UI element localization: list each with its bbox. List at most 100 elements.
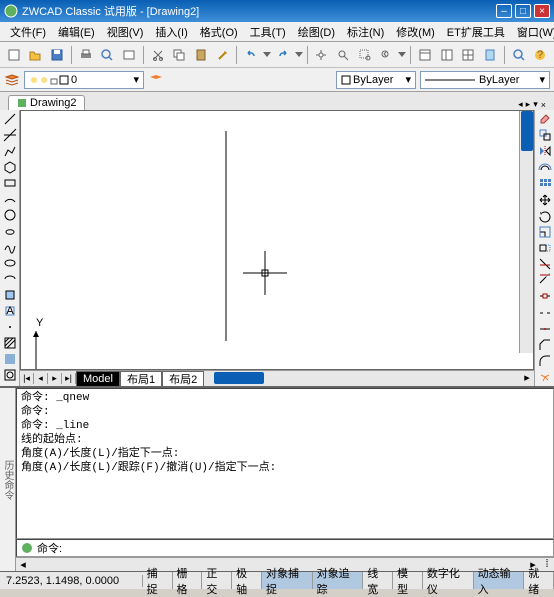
spline-icon[interactable] [2,240,18,254]
point-icon[interactable] [2,320,18,334]
save-icon[interactable] [47,45,67,65]
join-icon[interactable] [537,322,553,336]
polygon-icon[interactable] [2,160,18,174]
paste-icon[interactable] [191,45,211,65]
menu-edit[interactable]: 编辑(E) [52,22,101,42]
ortho-toggle[interactable]: 正交 [202,572,232,589]
publish-icon[interactable] [119,45,139,65]
chamfer-icon[interactable] [537,338,553,352]
next-tab-icon[interactable]: ▸ [48,373,62,384]
stretch-icon[interactable] [537,241,553,255]
fillet-icon[interactable] [537,354,553,368]
prev-tab-icon[interactable]: ◂ [34,373,48,384]
grid-toggle[interactable]: 栅格 [173,572,203,589]
tab-next-icon[interactable]: ▸ [526,99,531,110]
layout1-tab[interactable]: 布局1 [120,371,162,386]
ellipse-icon[interactable] [2,256,18,270]
command-input[interactable]: 命令: [16,539,554,557]
coordinates[interactable]: 7.2523, 1.1498, 0.0000 [0,575,143,587]
tab-prev-icon[interactable]: ◂ [518,99,523,110]
match-icon[interactable] [213,45,233,65]
zoom-window-icon[interactable] [355,45,375,65]
rectangle-icon[interactable] [2,176,18,190]
maximize-button[interactable]: □ [515,4,531,18]
doc-tab[interactable]: Drawing2 [8,95,85,110]
trim-icon[interactable] [537,257,553,271]
circle-icon[interactable] [2,208,18,222]
erase-icon[interactable] [537,112,553,126]
redo-icon[interactable] [273,45,293,65]
snap-toggle[interactable]: 捕捉 [143,572,173,589]
cut-icon[interactable] [148,45,168,65]
close-button[interactable]: × [534,4,550,18]
arc-icon[interactable] [2,192,18,206]
copy-icon[interactable] [169,45,189,65]
explode-icon[interactable] [537,370,553,384]
tab-list-icon[interactable]: ▾ [533,99,538,110]
layer-prev-icon[interactable] [148,72,164,88]
horizontal-scrollbar[interactable] [214,371,520,386]
revcloud-icon[interactable] [2,224,18,238]
vertical-scrollbar[interactable] [519,111,533,353]
menu-window[interactable]: 窗口(W) [511,22,554,42]
pan-icon[interactable] [312,45,332,65]
scroll-right-icon[interactable]: ▸ [520,371,534,386]
calc-icon[interactable] [480,45,500,65]
command-history[interactable]: 命令: _qnew 命令: 命令: _line 线的起始点: 角度(A)/长度(… [16,388,554,539]
break-pt-icon[interactable] [537,289,553,303]
polyline-icon[interactable] [2,144,18,158]
block-icon[interactable] [2,288,18,302]
menu-format[interactable]: 格式(O) [194,22,244,42]
zoom-prev-icon[interactable] [377,45,397,65]
menu-dimension[interactable]: 标注(N) [341,22,390,42]
osnap-toggle[interactable]: 对象捕捉 [262,572,313,589]
xline-icon[interactable] [2,128,18,142]
move-icon[interactable] [537,193,553,207]
lwt-toggle[interactable]: 线宽 [363,572,393,589]
otrack-toggle[interactable]: 对象追踪 [313,572,364,589]
ellipse-arc-icon[interactable] [2,272,18,286]
menu-file[interactable]: 文件(F) [4,22,52,42]
menu-tools[interactable]: 工具(T) [244,22,292,42]
region-icon[interactable] [2,368,18,382]
polar-toggle[interactable]: 极轴 [232,572,262,589]
make-block-icon[interactable]: A [2,304,18,318]
tab-close-icon[interactable]: × [541,100,546,110]
zoom-dropdown[interactable] [398,52,406,58]
undo-dropdown[interactable] [263,52,271,58]
designcenter-icon[interactable] [437,45,457,65]
drawing-canvas[interactable]: Y X [20,110,534,370]
line-icon[interactable] [2,112,18,126]
toolpalette-icon[interactable] [458,45,478,65]
color-combo[interactable]: ByLayer ▾ [336,71,416,89]
layer-manager-icon[interactable] [4,72,20,88]
menu-view[interactable]: 视图(V) [101,22,150,42]
minimize-button[interactable]: – [496,4,512,18]
preview-icon[interactable] [98,45,118,65]
last-tab-icon[interactable]: ▸| [62,373,76,384]
open-icon[interactable] [26,45,46,65]
mirror-icon[interactable] [537,144,553,158]
layer-combo[interactable]: 0 ▾ [24,71,144,89]
break-icon[interactable] [537,306,553,320]
menu-draw[interactable]: 绘图(D) [292,22,341,42]
dyn-toggle[interactable]: 动态输入 [474,572,525,589]
copy-obj-icon[interactable] [537,128,553,142]
undo-icon[interactable] [241,45,261,65]
gradient-icon[interactable] [2,352,18,366]
model-toggle[interactable]: 模型 [393,572,423,589]
layout2-tab[interactable]: 布局2 [162,371,204,386]
zoom-realtime-icon[interactable] [333,45,353,65]
redo-dropdown[interactable] [295,52,303,58]
hatch-icon[interactable] [2,336,18,350]
menu-insert[interactable]: 插入(I) [149,22,193,42]
offset-icon[interactable] [537,160,553,174]
rotate-icon[interactable] [537,209,553,223]
tablet-toggle[interactable]: 数字化仪 [423,572,474,589]
print-icon[interactable] [76,45,96,65]
linetype-combo[interactable]: ByLayer ▾ [420,71,550,89]
first-tab-icon[interactable]: |◂ [20,373,34,384]
properties-icon[interactable] [415,45,435,65]
scale-icon[interactable] [537,225,553,239]
model-tab[interactable]: Model [76,371,120,386]
